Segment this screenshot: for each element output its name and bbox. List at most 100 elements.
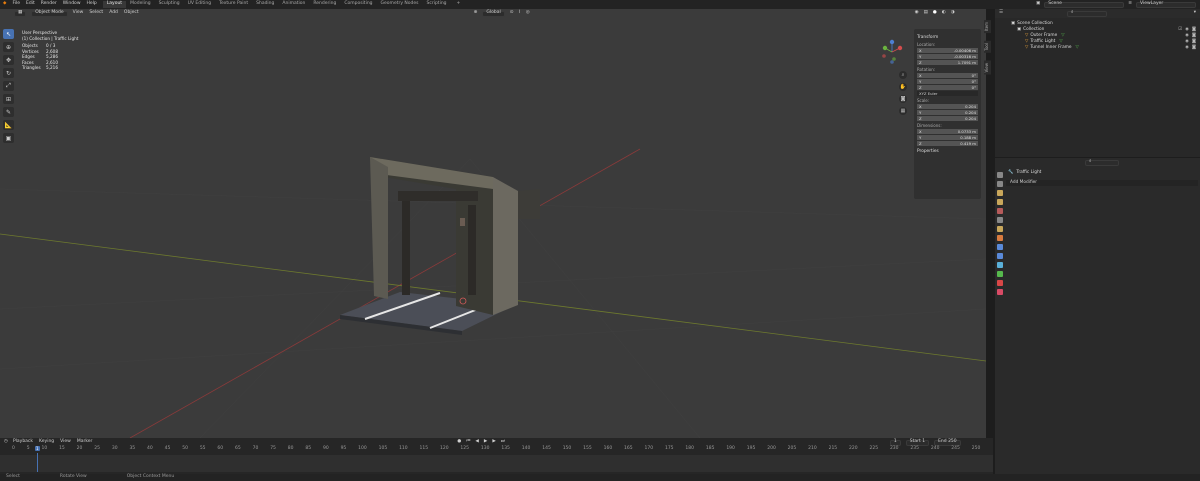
eye-icon[interactable]: ◉ — [1185, 33, 1189, 38]
viewport-menu-object[interactable]: Object — [124, 11, 139, 16]
rotation-x-field[interactable]: X 0° — [917, 73, 978, 78]
camera-icon[interactable]: ◙ — [1192, 39, 1196, 44]
eye-icon[interactable]: ◉ — [1185, 45, 1189, 50]
timeline-ruler[interactable]: 0 5 10 15 20 25 30 35 40 45 50 55 60 65 70 75 80 85 90 95 10… — [0, 446, 993, 455]
3d-viewport[interactable]: ▦ Object Mode View Select Add Object ⊕ Glob… — [0, 9, 986, 438]
sidebar-tab-view[interactable]: View — [984, 60, 991, 75]
transform-header[interactable]: Transform — [917, 35, 978, 40]
camera-icon[interactable]: ◙ — [1192, 27, 1196, 32]
menu-help[interactable]: Help — [87, 2, 97, 7]
properties-tab-icon[interactable] — [996, 181, 1003, 187]
checkbox-icon[interactable]: ☑ — [1178, 27, 1182, 32]
tab-rendering[interactable]: Rendering — [309, 1, 340, 8]
properties-tab-icon[interactable] — [996, 289, 1003, 295]
playhead[interactable]: 1 — [35, 446, 40, 473]
add-modifier-button[interactable]: Add Modifier — [1006, 180, 1198, 186]
pivot-icon[interactable]: ⊙ — [510, 11, 514, 16]
tab-layout[interactable]: Layout — [102, 1, 127, 8]
next-key-icon[interactable]: ▶ — [492, 440, 495, 445]
camera-icon[interactable]: ◙ — [1192, 33, 1196, 38]
rotate-icon[interactable]: ↻ — [3, 68, 14, 78]
timeline-menu-playback[interactable]: Playback — [13, 440, 33, 445]
transform-icon[interactable]: ⊞ — [3, 94, 14, 104]
tab-texture-paint[interactable]: Texture Paint — [215, 1, 252, 8]
scale-icon[interactable]: ⤢ — [3, 81, 14, 91]
jump-start-icon[interactable]: ⏮ — [466, 440, 470, 445]
location-x-field[interactable]: X -0.00406 m — [917, 48, 978, 53]
properties-tab-icon[interactable] — [996, 253, 1003, 259]
proportional-edit-icon[interactable]: ◎ — [526, 11, 530, 16]
properties-tab-icon[interactable] — [996, 235, 1003, 241]
start-frame-field[interactable]: Start 1 — [905, 439, 930, 446]
camera-icon[interactable]: ◙ — [899, 95, 907, 103]
editor-type-icon[interactable]: ▦ — [14, 10, 27, 17]
timeline-track[interactable]: 1 — [0, 446, 993, 472]
shading-solid-icon[interactable]: ● — [933, 11, 937, 16]
pan-hand-icon[interactable]: ✋ — [899, 83, 907, 91]
properties-tab-icon[interactable] — [996, 244, 1003, 250]
current-frame-field[interactable]: 1 — [889, 439, 901, 446]
properties-tab-icon[interactable] — [996, 190, 1003, 196]
tab-modeling[interactable]: Modeling — [126, 1, 154, 8]
measure-icon[interactable]: 📐 — [3, 120, 14, 130]
tab-geometry-nodes[interactable]: Geometry Nodes — [377, 1, 423, 8]
shading-rendered-icon[interactable]: ◑ — [951, 11, 955, 16]
select-box-icon[interactable]: ↖ — [3, 29, 14, 39]
tab-shading[interactable]: Shading — [252, 1, 278, 8]
prev-key-icon[interactable]: ◀ — [475, 440, 478, 445]
scale-x-field[interactable]: X 0.204 — [917, 104, 978, 109]
dimensions-x-field[interactable]: X 0.0733 m — [917, 129, 978, 134]
filter-icon[interactable]: ▾ — [1194, 11, 1196, 16]
tab-uv-editing[interactable]: UV Editing — [184, 1, 215, 8]
timeline-editor-icon[interactable]: ◷ — [4, 440, 8, 445]
outliner-item[interactable]: ▽ Tunnel Inner Frame ▽ ◉ ◙ — [995, 45, 1200, 51]
scene-selector[interactable]: Scene — [1044, 1, 1125, 8]
properties-tab-icon[interactable] — [996, 208, 1003, 214]
move-icon[interactable]: ✥ — [3, 55, 14, 65]
properties-header[interactable]: Properties — [917, 149, 978, 154]
add-cube-icon[interactable]: ▣ — [3, 133, 14, 143]
sidebar-tab-item[interactable]: Item — [984, 20, 991, 34]
rotation-y-field[interactable]: Y 0° — [917, 79, 978, 84]
add-workspace-button[interactable]: + — [457, 2, 461, 7]
viewport-menu-view[interactable]: View — [73, 11, 84, 16]
properties-tab-icon[interactable] — [996, 172, 1003, 178]
viewport-menu-add[interactable]: Add — [109, 11, 118, 16]
annotate-icon[interactable]: ✎ — [3, 107, 14, 117]
timeline-menu-keying[interactable]: Keying — [39, 440, 54, 445]
timeline-menu-view[interactable]: View — [60, 440, 71, 445]
tab-animation[interactable]: Animation — [278, 1, 309, 8]
overlays-icon[interactable]: ◉ — [915, 11, 919, 16]
dimensions-z-field[interactable]: Z 0.419 m — [917, 141, 978, 146]
eye-icon[interactable]: ◉ — [1185, 39, 1189, 44]
properties-tab-icon[interactable] — [996, 280, 1003, 286]
blender-logo-icon[interactable]: ◆ — [3, 2, 6, 7]
properties-tab-icon[interactable] — [996, 199, 1003, 205]
location-z-field[interactable]: Z 1.7091 m — [917, 60, 978, 65]
properties-search-input[interactable]: ⌕ — [1085, 159, 1119, 166]
end-frame-field[interactable]: End 250 — [934, 439, 961, 446]
navigation-gizmo[interactable] — [880, 39, 904, 65]
mode-selector[interactable]: Object Mode — [31, 10, 68, 17]
grid-perspective-icon[interactable]: ▦ — [899, 107, 907, 115]
view-layer-selector[interactable]: ViewLayer — [1136, 1, 1196, 8]
tab-sculpting[interactable]: Sculpting — [155, 1, 184, 8]
dimensions-y-field[interactable]: Y 0.188 m — [917, 135, 978, 140]
tab-compositing[interactable]: Compositing — [340, 1, 376, 8]
location-y-field[interactable]: Y -0.00316 m — [917, 54, 978, 59]
zoom-icon[interactable]: ⌕ — [899, 71, 907, 79]
sidebar-tab-tool[interactable]: Tool — [984, 41, 991, 53]
menu-window[interactable]: Window — [63, 2, 81, 7]
orientation-selector[interactable]: Global — [482, 10, 505, 17]
scale-y-field[interactable]: Y 0.204 — [917, 110, 978, 115]
camera-icon[interactable]: ◙ — [1192, 45, 1196, 50]
viewport-menu-select[interactable]: Select — [89, 11, 103, 16]
rotation-mode-dropdown[interactable]: XYZ Euler — [917, 91, 978, 96]
record-icon[interactable]: ● — [457, 440, 461, 445]
cursor-icon[interactable]: ⊕ — [3, 42, 14, 52]
shading-material-icon[interactable]: ◐ — [942, 11, 946, 16]
menu-file[interactable]: File — [12, 2, 20, 7]
properties-tab-icon[interactable] — [996, 226, 1003, 232]
rotation-z-field[interactable]: Z 0° — [917, 85, 978, 90]
timeline-menu-marker[interactable]: Marker — [77, 440, 93, 445]
